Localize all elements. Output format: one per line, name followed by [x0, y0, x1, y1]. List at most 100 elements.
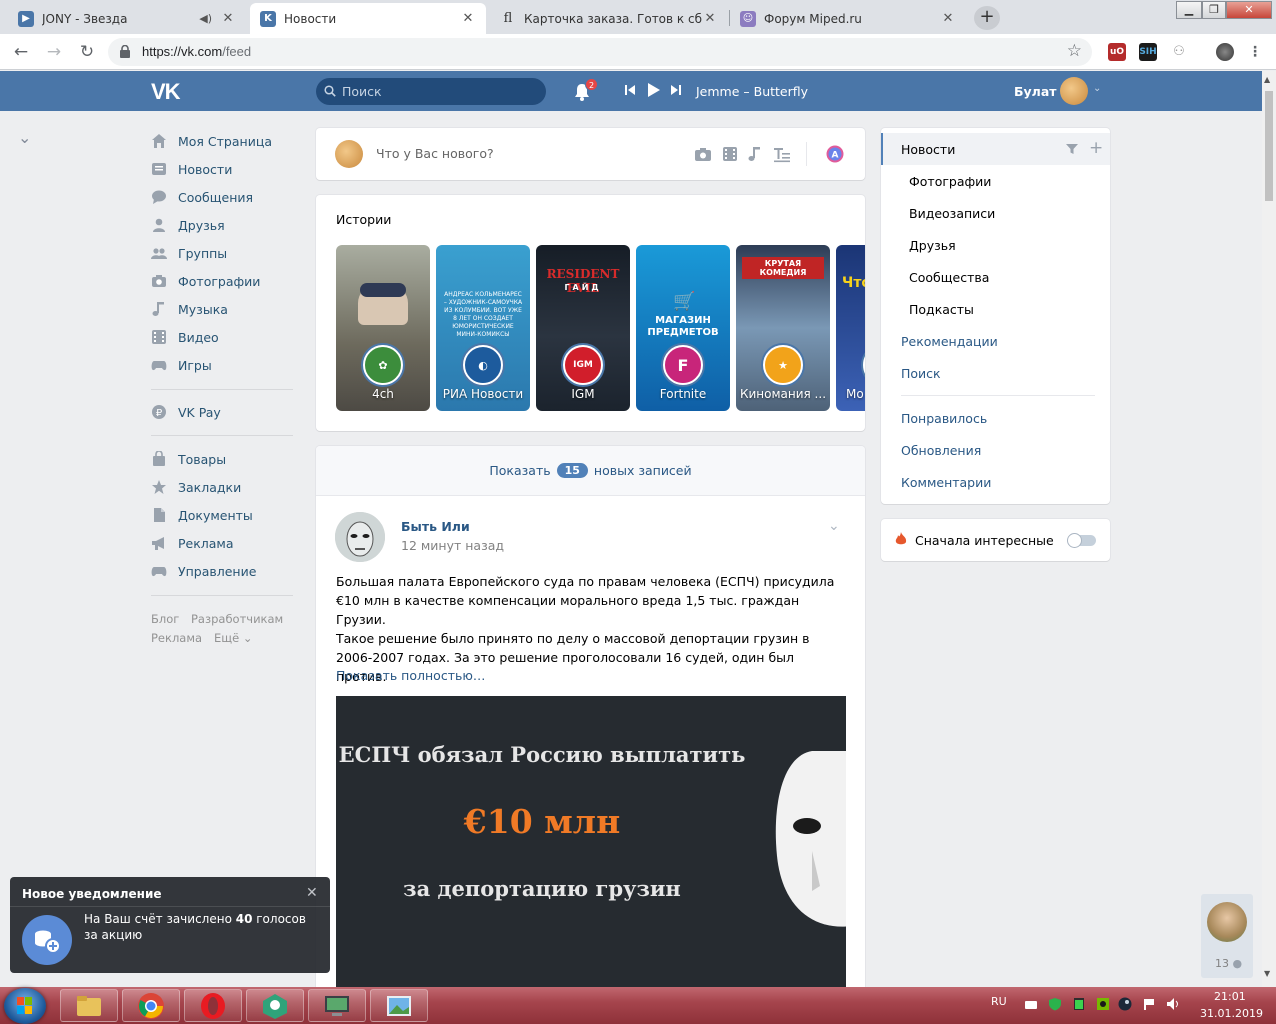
sih-extension-icon[interactable]: SIH — [1139, 43, 1157, 61]
story-item[interactable]: RESIDENT EVIL ГАЙД IGM IGM — [536, 245, 630, 411]
interesting-first-toggle-card[interactable]: Сначала интересные — [881, 519, 1110, 561]
story-item[interactable]: КРУТАЯ КОМЕДИЯ ★ Киномания ... — [736, 245, 830, 411]
menu-item-search[interactable]: Поиск — [881, 357, 1110, 389]
scroll-down-icon[interactable]: ▼ — [1264, 969, 1270, 978]
minimize-button[interactable]: ▁ — [1176, 1, 1202, 19]
footer-link-ads[interactable]: Реклама — [151, 631, 202, 645]
story-item[interactable]: АНДРЕАС КОЛЬМЕНАРЕС – ХУДОЖНИК-САМОУЧКА … — [436, 245, 530, 411]
keyboard-icon[interactable] — [1024, 997, 1038, 1011]
menu-item-communities[interactable]: Сообщества — [881, 261, 1110, 293]
new-tab-button[interactable]: + — [974, 6, 1000, 30]
menu-item-comments[interactable]: Комментарии — [881, 466, 1110, 498]
battery-icon[interactable] — [1072, 997, 1086, 1011]
author-avatar-icon[interactable]: A — [826, 145, 844, 163]
close-icon[interactable]: ✕ — [306, 885, 318, 901]
camera-icon[interactable] — [694, 145, 712, 163]
sidebar-item-groups[interactable]: Группы — [151, 242, 227, 264]
sidebar-item-bookmarks[interactable]: Закладки — [151, 476, 241, 498]
online-friends-widget[interactable]: 13 ● — [1201, 894, 1253, 978]
taskbar-app[interactable] — [246, 989, 304, 1022]
footer-link-more[interactable]: Ещё ⌄ — [214, 631, 252, 645]
taskbar-opera[interactable] — [184, 989, 242, 1022]
show-full-link[interactable]: Показать полностью… — [336, 668, 485, 683]
add-icon[interactable]: + — [1089, 138, 1103, 158]
footer-link-blog[interactable]: Блог — [151, 612, 179, 626]
menu-item-photos[interactable]: Фотографии — [881, 165, 1110, 197]
forward-arrow-icon[interactable]: → — [43, 41, 65, 63]
sidebar-item-music[interactable]: Музыка — [151, 298, 228, 320]
browser-tab-order[interactable]: fl Карточка заказа. Готов к сборке ✕ — [490, 3, 728, 34]
music-icon[interactable] — [746, 145, 764, 163]
sidebar-item-vk-pay[interactable]: ₽ VK Pay — [151, 401, 221, 423]
sidebar-item-goods[interactable]: Товары — [151, 448, 226, 470]
profile-avatar-icon[interactable] — [1216, 43, 1234, 61]
tray-language[interactable]: RU — [991, 995, 1007, 1008]
menu-item-videos[interactable]: Видеозаписи — [881, 197, 1110, 229]
close-tab-icon[interactable]: ✕ — [940, 11, 956, 26]
avatar[interactable] — [1060, 77, 1088, 105]
play-icon[interactable] — [647, 82, 661, 98]
chevron-down-icon[interactable]: ⌄ — [18, 128, 31, 147]
sidebar-item-games[interactable]: Игры — [151, 354, 212, 376]
taskbar-explorer[interactable] — [60, 989, 118, 1022]
search-box[interactable] — [316, 78, 546, 105]
speaker-icon[interactable]: ◀) — [199, 12, 212, 25]
show-new-posts-button[interactable]: Показать 15 новых записей — [316, 446, 865, 496]
close-tab-icon[interactable]: ✕ — [702, 11, 718, 26]
sidebar-item-friends[interactable]: Друзья — [151, 214, 225, 236]
page-scrollbar[interactable]: ▲ ▼ — [1262, 71, 1276, 987]
menu-item-friends[interactable]: Друзья — [881, 229, 1110, 261]
menu-item-news[interactable]: Новости + — [881, 133, 1110, 165]
clock-date[interactable]: 31.01.2019 — [1200, 1007, 1263, 1020]
menu-item-podcasts[interactable]: Подкасты — [881, 293, 1110, 325]
vk-logo-icon[interactable]: VK — [151, 79, 181, 105]
ublock-extension-icon[interactable]: uO — [1108, 43, 1126, 61]
steam-icon[interactable] — [1118, 997, 1132, 1011]
next-track-icon[interactable] — [670, 84, 682, 96]
filter-icon[interactable] — [1066, 143, 1078, 155]
sidebar-item-ads[interactable]: Реклама — [151, 532, 234, 554]
post-composer[interactable]: Что у Вас нового? A — [316, 128, 865, 180]
post-time[interactable]: 12 минут назад — [401, 538, 504, 553]
composer-placeholder[interactable]: Что у Вас нового? — [376, 146, 494, 161]
sidebar-item-messages[interactable]: Сообщения — [151, 186, 253, 208]
menu-item-liked[interactable]: Понравилось — [881, 402, 1110, 434]
taskbar-monitor[interactable] — [308, 989, 366, 1022]
footer-link-developers[interactable]: Разработчикам — [191, 612, 283, 626]
volume-icon[interactable] — [1166, 997, 1180, 1011]
flag-icon[interactable] — [1142, 997, 1156, 1011]
chevron-down-icon[interactable]: ⌄ — [828, 518, 840, 534]
interesting-first-toggle[interactable] — [1067, 533, 1096, 548]
nvidia-icon[interactable] — [1096, 997, 1110, 1011]
people-extension-icon[interactable]: ⚇ — [1170, 43, 1188, 61]
chevron-down-icon[interactable]: ⌄ — [1093, 83, 1101, 94]
author-avatar[interactable] — [335, 512, 385, 562]
close-window-button[interactable]: ✕ — [1226, 1, 1272, 19]
sidebar-item-my-page[interactable]: Моя Страница — [151, 130, 272, 152]
scroll-up-icon[interactable]: ▲ — [1264, 75, 1270, 84]
bookmark-star-icon[interactable]: ☆ — [1067, 41, 1082, 61]
sidebar-item-documents[interactable]: Документы — [151, 504, 253, 526]
post-author[interactable]: Быть Или — [401, 519, 470, 534]
browser-tab-forum[interactable]: ☺ Форум Miped.ru ✕ — [730, 3, 966, 34]
scrollbar-thumb[interactable] — [1265, 91, 1273, 201]
avatar[interactable] — [1207, 902, 1247, 942]
clock-time[interactable]: 21:01 — [1214, 990, 1246, 1003]
user-name[interactable]: Булат — [1014, 84, 1057, 99]
close-tab-icon[interactable]: ✕ — [460, 11, 476, 26]
story-item[interactable]: ✿ 4ch — [336, 245, 430, 411]
menu-item-recommendations[interactable]: Рекомендации — [881, 325, 1110, 357]
taskbar-photos[interactable] — [370, 989, 428, 1022]
menu-dots-icon[interactable]: ⋮ — [1246, 43, 1264, 61]
article-icon[interactable] — [773, 145, 791, 163]
back-arrow-icon[interactable]: ← — [10, 41, 32, 63]
now-playing-track[interactable]: Jemme – Butterfly — [696, 84, 808, 99]
video-icon[interactable] — [721, 145, 739, 163]
sidebar-item-management[interactable]: Управление — [151, 560, 256, 582]
sidebar-item-video[interactable]: Видео — [151, 326, 219, 348]
notification-popup[interactable]: Новое уведомление ✕ На Ваш счёт зачислен… — [10, 877, 330, 973]
reload-icon[interactable]: ↻ — [76, 41, 98, 63]
previous-track-icon[interactable] — [624, 84, 636, 96]
shield-icon[interactable] — [1048, 997, 1062, 1011]
start-button[interactable] — [4, 988, 46, 1024]
